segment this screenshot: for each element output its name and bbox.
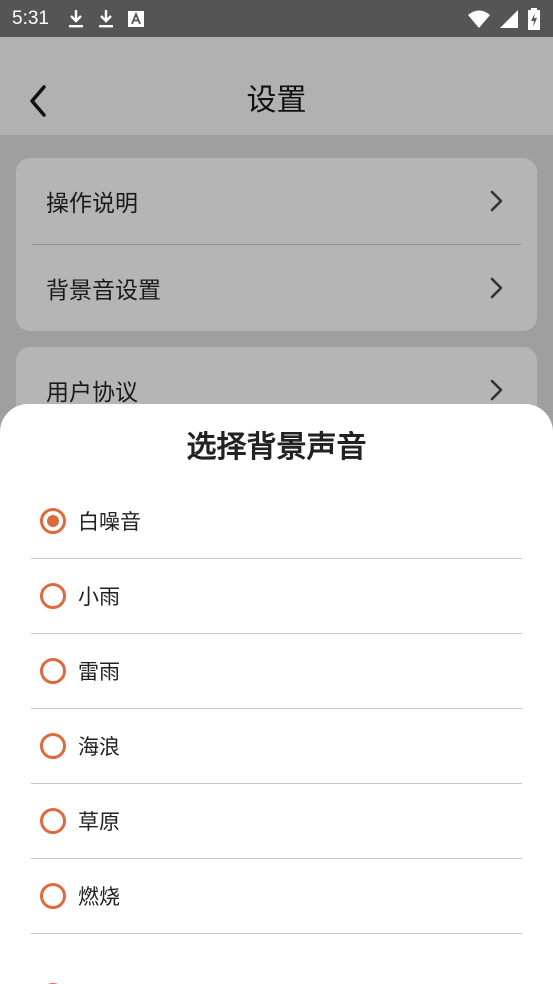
sound-options-list: 白噪音 小雨 雷雨 海浪 草原 燃烧 bbox=[31, 484, 522, 984]
radio-unchecked-icon[interactable] bbox=[40, 658, 66, 684]
sound-option-label: 海浪 bbox=[78, 735, 120, 759]
font-a-icon bbox=[127, 10, 144, 27]
sheet-title: 选择背景声音 bbox=[186, 430, 367, 465]
background-sound-sheet: 选择背景声音 白噪音 小雨 雷雨 海浪 草原 燃烧 bbox=[0, 404, 553, 984]
sound-option-grassland[interactable]: 草原 bbox=[31, 784, 522, 859]
settings-item-background-sound[interactable]: 背景音设置 bbox=[16, 245, 537, 331]
sound-option-ocean-waves[interactable]: 海浪 bbox=[31, 709, 522, 784]
sound-option-light-rain[interactable]: 小雨 bbox=[31, 559, 522, 634]
radio-unchecked-icon[interactable] bbox=[40, 733, 66, 759]
battery-charging-icon bbox=[528, 7, 540, 30]
page-title: 设置 bbox=[246, 83, 307, 118]
download-icon bbox=[68, 9, 83, 27]
settings-item-label: 用户协议 bbox=[46, 380, 138, 406]
sound-option-white-noise[interactable]: 白噪音 bbox=[31, 484, 522, 559]
sound-option-label: 草原 bbox=[78, 810, 120, 834]
settings-item-label: 操作说明 bbox=[46, 191, 138, 217]
radio-unchecked-icon[interactable] bbox=[40, 808, 66, 834]
sound-option-thunderstorm[interactable]: 雷雨 bbox=[31, 634, 522, 709]
chevron-right-icon bbox=[490, 190, 503, 212]
sound-option-partial[interactable] bbox=[31, 934, 522, 984]
settings-card-general: 操作说明 背景音设置 bbox=[16, 158, 537, 331]
sound-option-fire[interactable]: 燃烧 bbox=[31, 859, 522, 934]
chevron-right-icon bbox=[490, 277, 503, 299]
settings-item-instructions[interactable]: 操作说明 bbox=[16, 158, 537, 244]
radio-unchecked-icon[interactable] bbox=[40, 883, 66, 909]
sound-option-label: 雷雨 bbox=[78, 660, 120, 684]
sound-option-label: 燃烧 bbox=[78, 885, 120, 909]
sound-option-label: 小雨 bbox=[78, 585, 120, 609]
status-right-icons bbox=[467, 7, 541, 30]
app-header: 设置 bbox=[0, 37, 553, 135]
settings-item-label: 背景音设置 bbox=[46, 278, 161, 304]
download-icon bbox=[98, 9, 113, 27]
radio-checked-icon[interactable] bbox=[40, 508, 66, 534]
chevron-right-icon bbox=[490, 379, 503, 401]
signal-icon bbox=[500, 9, 518, 28]
radio-unchecked-icon[interactable] bbox=[40, 583, 66, 609]
wifi-icon bbox=[468, 10, 490, 28]
sound-option-label: 白噪音 bbox=[78, 510, 141, 534]
status-bar: 5:31 bbox=[0, 0, 553, 37]
status-time: 5:31 bbox=[12, 7, 49, 29]
